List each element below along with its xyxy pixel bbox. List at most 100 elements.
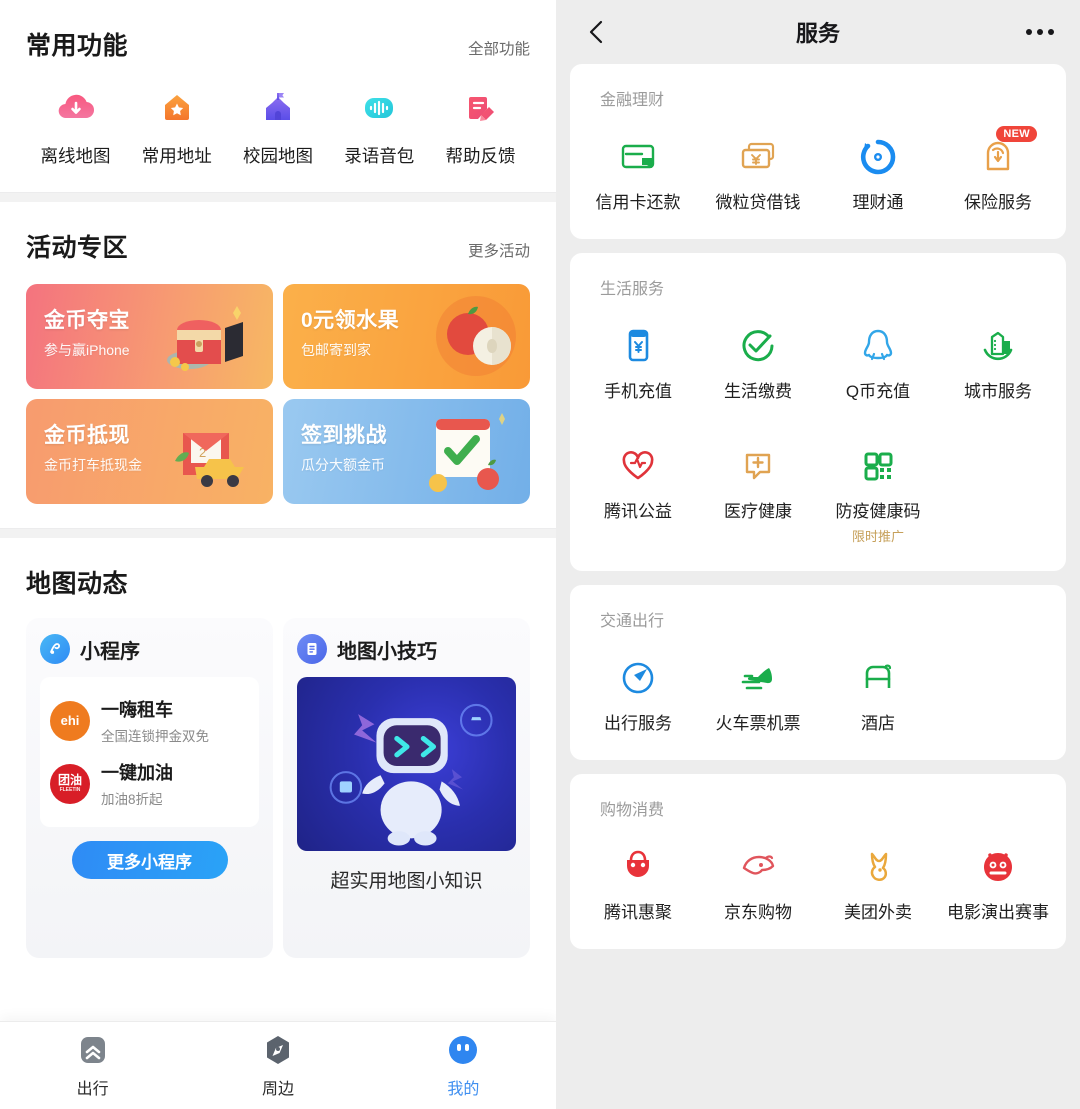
service-item-label: 微粒贷借钱 bbox=[715, 193, 801, 212]
compass-hex-icon bbox=[261, 1033, 295, 1067]
service-item-utility-payment[interactable]: 生活缴费 bbox=[698, 307, 818, 402]
service-item-train-flight[interactable]: 火车票机票 bbox=[698, 639, 818, 734]
maoyan-cat-icon bbox=[975, 844, 1021, 890]
section-divider bbox=[0, 528, 556, 538]
map-dynamics-grid: 小程序 ehi 一嗨租车 全国连锁押金双免 团油 FLEETIN 一键加油 加油… bbox=[26, 604, 530, 1109]
nav-tab-travel[interactable]: 出行 bbox=[0, 1033, 185, 1099]
map-dynamics-title: 地图动态 bbox=[26, 570, 129, 598]
quick-item-campus-map[interactable]: 校园地图 bbox=[231, 84, 326, 168]
activity-card-treasure[interactable]: 金币夺宝 参与赢iPhone bbox=[26, 284, 273, 389]
list-item[interactable]: ehi 一嗨租车 全国连锁押金双免 bbox=[50, 689, 249, 752]
activity-card-title: 0元领水果 bbox=[301, 309, 400, 332]
service-item-label: Q币充值 bbox=[845, 382, 911, 402]
tips-doc-icon bbox=[297, 634, 327, 664]
tuanyou-logo-text: 团油 bbox=[57, 773, 82, 787]
quick-functions-section: 常用功能 全部功能 离线地图 常用地址 校园地图 录语音包 帮助反馈 bbox=[0, 0, 556, 192]
quick-item-label: 帮助反馈 bbox=[445, 146, 516, 166]
nav-tab-nearby[interactable]: 周边 bbox=[185, 1033, 370, 1099]
activity-card-free-fruit[interactable]: 0元领水果 包邮寄到家 bbox=[283, 284, 530, 389]
shopping-bag-smile-icon bbox=[615, 844, 661, 890]
section-finance: 金融理财 信用卡还款 微粒贷借钱 理财通 NEW 保险服务 bbox=[570, 64, 1066, 240]
service-item-jd-shopping[interactable]: 京东购物 bbox=[698, 828, 818, 923]
medical-plus-icon bbox=[735, 443, 781, 489]
quick-functions-title: 常用功能 bbox=[26, 32, 129, 60]
status-badge: NEW bbox=[996, 126, 1037, 142]
service-item-qcoin-topup[interactable]: Q币充值 bbox=[818, 307, 938, 402]
more-dots-icon[interactable] bbox=[1026, 29, 1054, 35]
activity-card-subtitle: 瓜分大额金币 bbox=[301, 457, 385, 473]
miniprogram-list: ehi 一嗨租车 全国连锁押金双免 团油 FLEETIN 一键加油 加油8折起 bbox=[40, 677, 259, 827]
nav-tab-label: 出行 bbox=[76, 1080, 109, 1098]
service-item-label: 电影演出赛事 bbox=[947, 903, 1049, 922]
section-title: 金融理财 bbox=[600, 92, 665, 109]
service-grid: 腾讯惠聚 京东购物 美团外卖 电影演出赛事 bbox=[578, 828, 1058, 923]
activity-card-checkin[interactable]: 签到挑战 瓜分大额金币 bbox=[283, 399, 530, 504]
map-dynamics-section: 地图动态 小程序 ehi 一嗨租车 全国连锁押金双免 团油 FLEETIN 一键… bbox=[0, 538, 556, 1109]
service-item-weilidai-loan[interactable]: 微粒贷借钱 bbox=[698, 118, 818, 213]
quick-item-offline-map[interactable]: 离线地图 bbox=[28, 84, 123, 168]
miniprogram-desc: 加油8折起 bbox=[101, 792, 163, 807]
service-item-movies-events[interactable]: 电影演出赛事 bbox=[938, 828, 1058, 923]
chevron-left-icon[interactable] bbox=[582, 17, 612, 47]
activity-card-title: 金币抵现 bbox=[44, 424, 130, 447]
miniprogram-card-title: 小程序 bbox=[80, 640, 140, 663]
service-item-travel-services[interactable]: 出行服务 bbox=[578, 639, 698, 734]
feedback-edit-icon bbox=[457, 84, 505, 132]
all-functions-link[interactable]: 全部功能 bbox=[468, 37, 530, 59]
left-app-panel: 常用功能 全部功能 离线地图 常用地址 校园地图 录语音包 帮助反馈 活动专区 … bbox=[0, 0, 556, 1109]
list-item[interactable]: 团油 FLEETIN 一键加油 加油8折起 bbox=[50, 752, 249, 815]
service-item-insurance[interactable]: NEW 保险服务 bbox=[938, 118, 1058, 213]
service-item-tencent-charity[interactable]: 腾讯公益 bbox=[578, 427, 698, 545]
service-item-label: 出行服务 bbox=[604, 713, 672, 733]
services-panel: 服务 金融理财 信用卡还款 微粒贷借钱 理财通 NEW 保险服务 生活服务 手机… bbox=[556, 0, 1080, 1109]
cloud-download-icon bbox=[52, 84, 100, 132]
section-divider bbox=[0, 192, 556, 202]
service-item-credit-card-repay[interactable]: 信用卡还款 bbox=[578, 118, 698, 213]
service-item-health-code[interactable]: 防疫健康码 限时推广 bbox=[818, 427, 938, 545]
bottom-navigation-bar: 出行 周边 我的 bbox=[0, 1021, 556, 1109]
miniprogram-icon bbox=[40, 634, 70, 664]
quick-item-voice-pack[interactable]: 录语音包 bbox=[332, 84, 427, 168]
home-star-icon bbox=[153, 84, 201, 132]
tuanyou-logo-subtext: FLEETIN bbox=[59, 787, 81, 793]
service-item-tencent-huiju[interactable]: 腾讯惠聚 bbox=[578, 828, 698, 923]
service-item-phone-topup[interactable]: 手机充值 bbox=[578, 307, 698, 402]
activity-zone-title: 活动专区 bbox=[26, 234, 129, 262]
service-item-licaitong[interactable]: 理财通 bbox=[818, 118, 938, 213]
service-item-label: 生活缴费 bbox=[724, 382, 792, 402]
quick-functions-row: 离线地图 常用地址 校园地图 录语音包 帮助反馈 bbox=[26, 66, 530, 192]
calendar-check-art bbox=[429, 413, 505, 492]
service-item-meituan-delivery[interactable]: 美团外卖 bbox=[818, 828, 938, 923]
service-item-hotel[interactable]: 酒店 bbox=[818, 639, 938, 734]
more-miniprograms-button[interactable]: 更多小程序 bbox=[71, 841, 228, 879]
credit-card-icon bbox=[615, 134, 661, 180]
quick-item-help-feedback[interactable]: 帮助反馈 bbox=[433, 84, 528, 168]
voice-waveform-icon bbox=[355, 84, 403, 132]
charity-heart-icon bbox=[615, 443, 661, 489]
quick-item-common-address[interactable]: 常用地址 bbox=[129, 84, 224, 168]
activity-card-subtitle: 金币打车抵现金 bbox=[44, 457, 142, 473]
nav-tab-mine[interactable]: 我的 bbox=[371, 1033, 556, 1099]
service-item-label: 医疗健康 bbox=[724, 501, 792, 521]
activity-card-title: 签到挑战 bbox=[301, 424, 387, 447]
activity-card-coin-cash[interactable]: 金币抵现 金币打车抵现金 2 bbox=[26, 399, 273, 504]
activity-zone-section: 活动专区 更多活动 金币夺宝 参与赢iPhone 0元领水果 包邮寄到家 金币抵… bbox=[0, 202, 556, 528]
insurance-umbrella-icon: NEW bbox=[975, 126, 1037, 180]
nav-tab-label: 周边 bbox=[261, 1080, 294, 1098]
treasure-chest-art bbox=[167, 306, 243, 371]
quick-item-label: 录语音包 bbox=[344, 146, 415, 166]
qq-penguin-icon bbox=[855, 323, 901, 369]
city-buildings-icon bbox=[975, 323, 1021, 369]
campus-building-icon bbox=[254, 84, 302, 132]
service-item-medical-health[interactable]: 医疗健康 bbox=[698, 427, 818, 545]
hotel-bed-icon bbox=[855, 655, 901, 701]
service-item-label: 美团外卖 bbox=[844, 903, 912, 922]
robot-mascot-art[interactable] bbox=[297, 677, 516, 851]
service-item-city-services[interactable]: 城市服务 bbox=[938, 307, 1058, 402]
activity-card-subtitle: 包邮寄到家 bbox=[301, 342, 371, 358]
more-activities-link[interactable]: 更多活动 bbox=[468, 239, 530, 261]
activity-card-subtitle: 参与赢iPhone bbox=[44, 342, 130, 358]
chevrons-up-icon bbox=[76, 1033, 110, 1067]
activity-card-title: 金币夺宝 bbox=[44, 309, 130, 332]
quick-item-label: 离线地图 bbox=[40, 146, 111, 166]
